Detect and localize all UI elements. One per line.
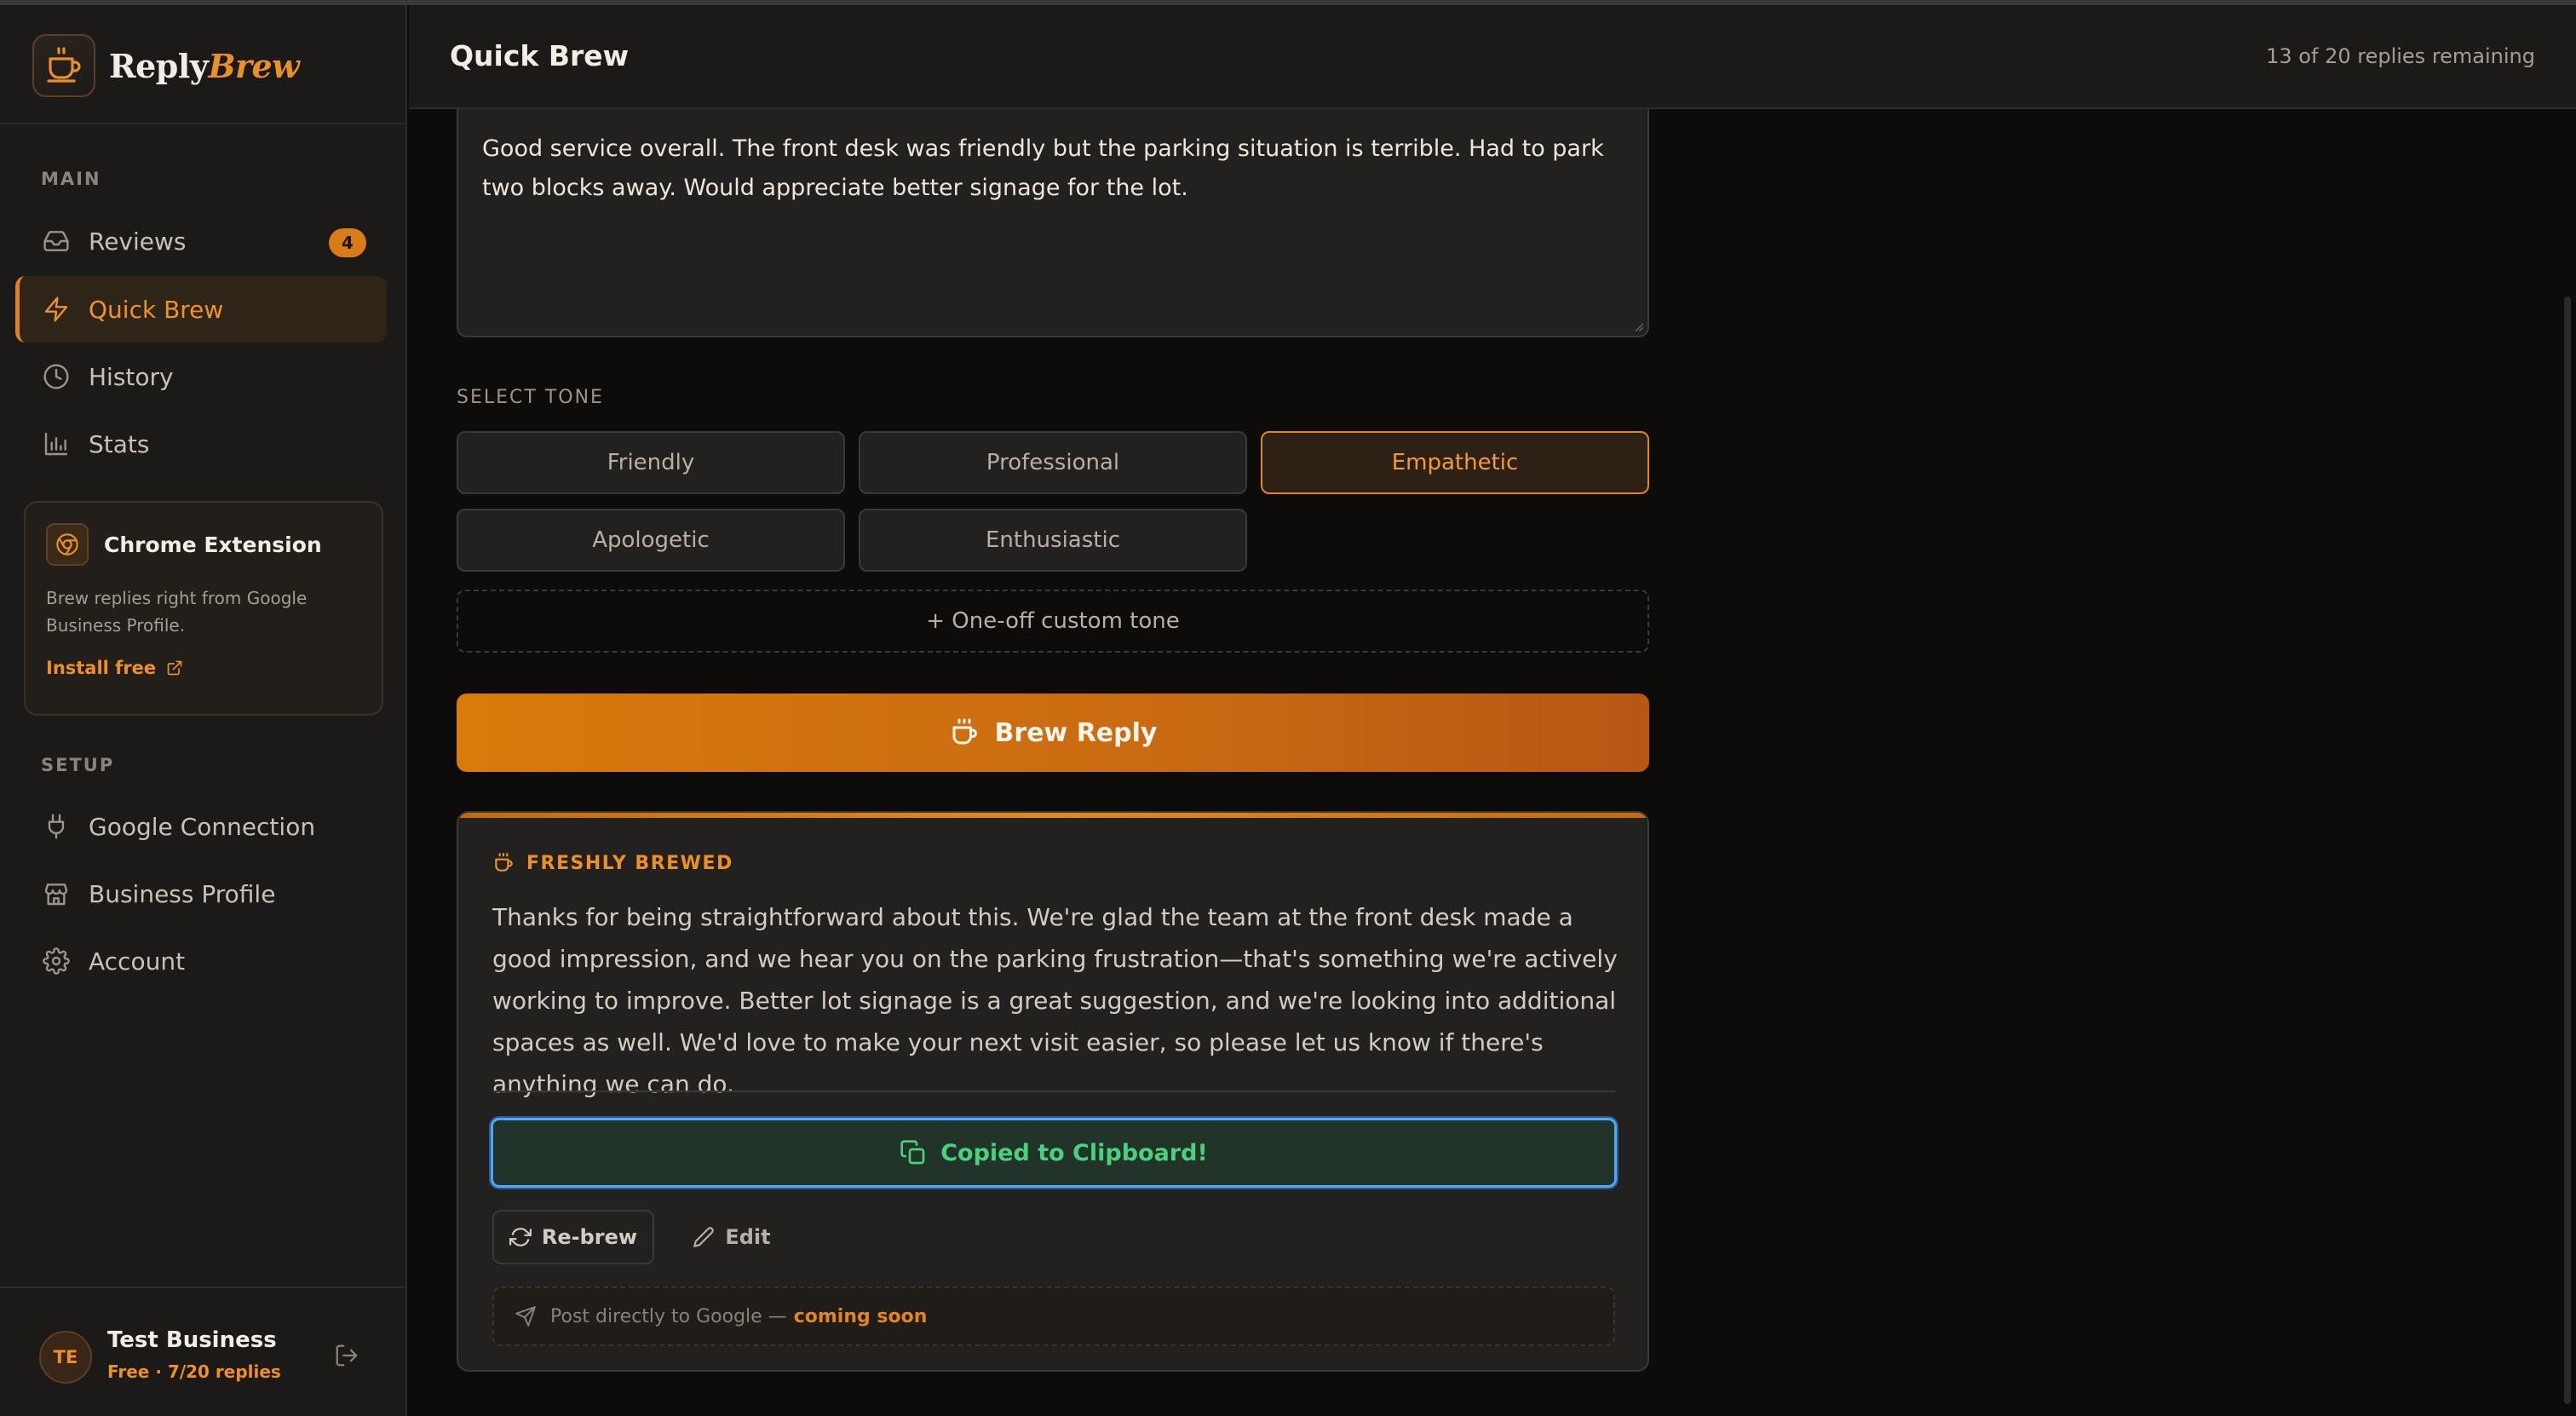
rebrew-label: Re-brew [541,1225,638,1249]
brewed-reply-card: FRESHLY BREWED Thanks for being straight… [457,811,1649,1372]
page-header: Quick Brew 13 of 20 replies remaining [409,5,2576,109]
coffee-cup-logo-icon [32,34,95,97]
card-divider [492,1091,1615,1092]
coffee-cup-icon [495,853,513,872]
install-extension-link[interactable]: Install free [46,658,361,678]
sidebar-item-label: History [89,362,174,391]
install-link-label: Install free [46,658,157,678]
replies-remaining: 13 of 20 replies remaining [2266,44,2535,68]
sidebar-item-label: Quick Brew [89,295,224,324]
bar-chart-icon [41,429,72,459]
refresh-icon [509,1228,532,1246]
chrome-extension-card: Chrome Extension Brew replies right from… [24,501,383,716]
freshly-brewed-label: FRESHLY BREWED [492,852,733,874]
rebrew-button[interactable]: Re-brew [492,1210,654,1264]
store-icon [41,878,72,909]
clock-icon [41,361,72,392]
sidebar-item-quick-brew[interactable]: Quick Brew [15,276,387,342]
sidebar: ReplyBrew MAIN Reviews 4 Quick Brew Hist… [0,5,407,1416]
post-text: Post directly to Google — [550,1305,787,1327]
generated-reply-text: Thanks for being straightforward about t… [492,903,1618,1098]
sidebar-item-history[interactable]: History [15,343,387,410]
edit-label: Edit [725,1225,771,1249]
brand-name: ReplyBrew [109,46,300,85]
tone-friendly-button[interactable]: Friendly [457,431,845,494]
brew-reply-label: Brew Reply [994,717,1158,748]
sidebar-item-label: Reviews [89,227,187,256]
tone-enthusiastic-button[interactable]: Enthusiastic [859,509,1247,572]
external-link-icon [167,660,182,676]
extension-title: Chrome Extension [104,532,322,557]
pencil-icon [693,1227,715,1247]
page-title: Quick Brew [450,39,630,72]
sidebar-item-label: Business Profile [89,879,276,908]
tone-apologetic-button[interactable]: Apologetic [457,509,845,572]
card-accent-bar [458,813,1647,818]
review-text: Good service overall. The front desk was… [482,135,1604,201]
gear-icon [41,946,72,976]
review-textarea[interactable]: Good service overall. The front desk was… [457,109,1649,337]
plug-icon [41,811,72,842]
edit-button[interactable]: Edit [668,1210,796,1264]
sidebar-item-account[interactable]: Account [15,928,387,994]
coming-soon-label: coming soon [793,1305,928,1327]
select-tone-label: SELECT TONE [457,387,604,408]
user-divider [0,1286,405,1288]
sidebar-divider [0,123,405,124]
setup-section-label: SETUP [41,755,115,775]
avatar[interactable]: TE [39,1331,92,1384]
copy-to-clipboard-button[interactable]: Copied to Clipboard! [491,1118,1617,1188]
tone-empathetic-button[interactable]: Empathetic [1261,431,1649,494]
main-content: Good service overall. The front desk was… [409,109,2576,1416]
copy-icon [900,1140,925,1165]
main-section-label: MAIN [41,169,101,189]
send-icon [515,1306,536,1327]
sidebar-item-google-connection[interactable]: Google Connection [15,793,387,860]
freshly-brewed-text: FRESHLY BREWED [526,852,733,874]
brand-logo[interactable]: ReplyBrew [32,34,300,97]
scrollbar[interactable] [2564,296,2571,1404]
sidebar-item-stats[interactable]: Stats [15,411,387,477]
logout-icon[interactable] [334,1343,363,1372]
reviews-count-badge: 4 [329,228,366,257]
brew-reply-button[interactable]: Brew Reply [457,694,1649,772]
chrome-icon [46,523,89,566]
lightning-icon [41,294,72,325]
resize-handle-icon[interactable] [1632,320,1644,332]
brand-name-part1: Reply [109,46,209,85]
copied-label: Copied to Clipboard! [940,1139,1208,1166]
custom-tone-button[interactable]: + One-off custom tone [457,590,1649,653]
sidebar-item-label: Google Connection [89,812,316,841]
user-name: Test Business [107,1327,277,1353]
extension-description: Brew replies right from Google Business … [46,588,308,636]
sidebar-item-reviews[interactable]: Reviews 4 [15,208,387,274]
brand-name-part2: Brew [208,46,300,85]
tone-professional-button[interactable]: Professional [859,431,1247,494]
sidebar-item-label: Stats [89,429,150,458]
inbox-icon [41,226,72,256]
post-to-google-notice: Post directly to Google — coming soon [492,1286,1615,1346]
sidebar-item-label: Account [89,947,186,976]
sidebar-item-business-profile[interactable]: Business Profile [15,861,387,927]
coffee-cup-icon [952,718,977,745]
user-plan: Free · 7/20 replies [107,1361,281,1382]
